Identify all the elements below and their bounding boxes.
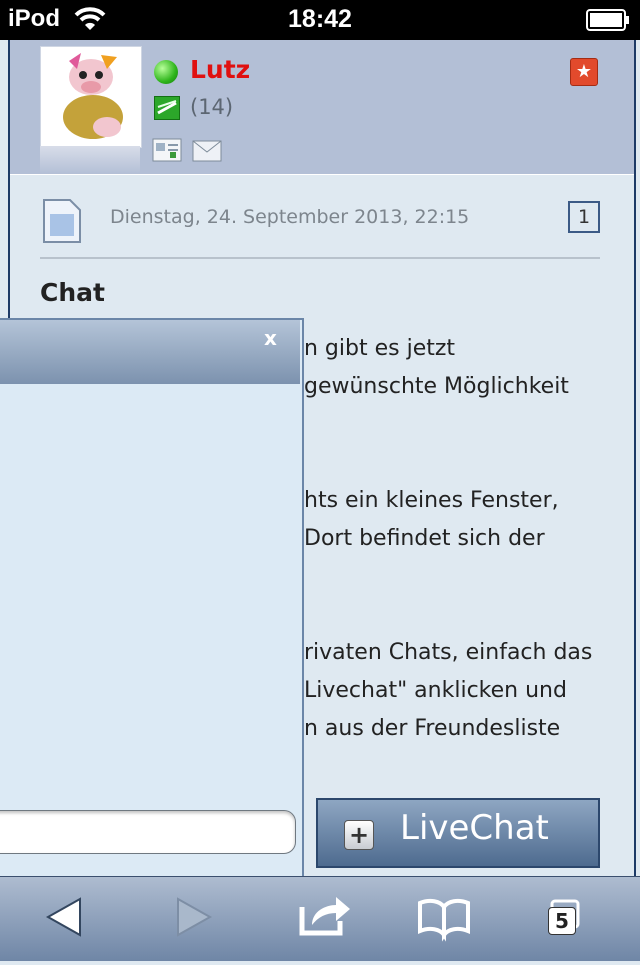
- post-date: Dienstag, 24. September 2013, 22:15: [110, 206, 470, 228]
- post-text-line: Dort befindet sich der: [304, 526, 545, 551]
- tabs-count-badge: 5: [548, 907, 576, 935]
- share-icon: [299, 897, 350, 936]
- post-text-line: Livechat" anklicken und: [304, 678, 567, 703]
- rank-stripes: [157, 100, 177, 115]
- post-text-line: n aus der Freundesliste: [304, 716, 561, 741]
- star-icon[interactable]: ★: [570, 58, 598, 86]
- tabs-button[interactable]: 5: [530, 877, 610, 961]
- post-number-link[interactable]: 1: [568, 201, 600, 233]
- username-link[interactable]: Lutz: [190, 55, 250, 84]
- forward-arrow-icon: [177, 897, 213, 937]
- status-time: 18:42: [288, 5, 352, 33]
- bookmarks-icon: [418, 898, 470, 942]
- bookmarks-button[interactable]: [404, 877, 484, 961]
- post-text-line: rivaten Chats, einfach das: [304, 640, 593, 665]
- post-text-line: hts ein kleines Fenster,: [304, 488, 559, 513]
- chat-window-header[interactable]: x: [0, 320, 300, 384]
- online-status-icon: [154, 60, 178, 84]
- rank-icon: [154, 96, 180, 120]
- post-text-line: n gibt es jetzt: [304, 336, 456, 361]
- profile-card-icon[interactable]: [152, 138, 182, 162]
- mail-icon[interactable]: [192, 140, 222, 162]
- cow-avatar-image: [63, 53, 123, 139]
- back-button[interactable]: [24, 877, 104, 961]
- post-divider: [40, 257, 600, 259]
- share-button[interactable]: [282, 877, 362, 961]
- browser-toolbar: 5: [0, 876, 640, 961]
- chat-window: x: [0, 318, 304, 882]
- back-arrow-icon: [45, 897, 81, 937]
- post-count: (14): [190, 95, 234, 119]
- avatar[interactable]: [40, 46, 142, 148]
- post-title: Chat: [40, 278, 105, 307]
- battery-icon: [586, 9, 629, 31]
- avatar-reflection: [40, 146, 140, 174]
- chat-close-button[interactable]: x: [264, 326, 277, 350]
- plus-icon: +: [344, 820, 374, 850]
- post-text-line: gewünschte Möglichkeit: [304, 374, 569, 399]
- status-bar: iPod 18:42: [0, 0, 640, 40]
- livechat-button[interactable]: + LiveChat: [316, 798, 600, 868]
- livechat-label: LiveChat: [400, 808, 549, 848]
- profile-header: Lutz (14) ★: [10, 40, 634, 175]
- forward-button[interactable]: [152, 877, 232, 961]
- post-icon: [43, 199, 81, 243]
- chat-message-input[interactable]: [0, 810, 296, 854]
